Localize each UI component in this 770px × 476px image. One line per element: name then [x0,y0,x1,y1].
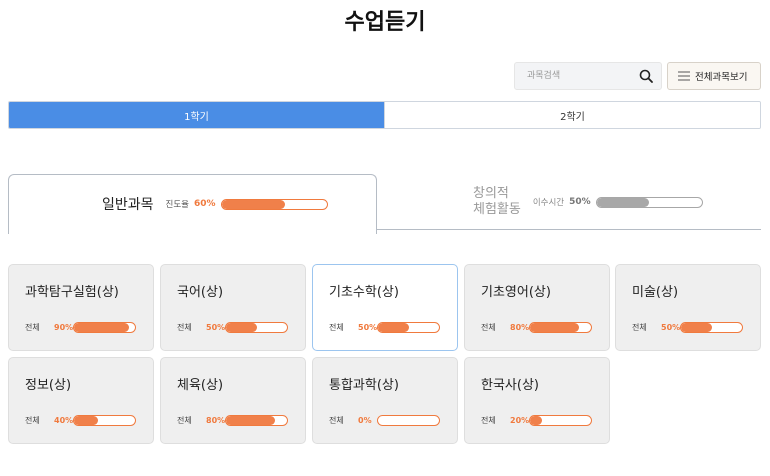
course-card[interactable]: 한국사(상) 전체 20% [464,357,610,444]
course-progress-fill [74,416,99,425]
course-all-label: 전체 [25,416,40,425]
course-card[interactable]: 통합과학(상) 전체 0% [312,357,458,444]
course-progress-fill [74,323,129,332]
course-progress-bar [377,415,440,426]
course-percent: 80% [206,416,226,425]
course-title: 미술(상) [632,285,679,300]
course-all-label: 전체 [177,323,192,332]
course-percent: 50% [661,323,681,332]
course-title: 정보(상) [25,378,72,393]
creative-activities-label: 창의적 체험활동 [473,186,521,218]
course-progress-bar [680,322,743,333]
general-progress-percent: 60% [194,199,216,209]
course-percent: 80% [510,323,530,332]
semester-tabs: 1학기 2학기 [8,101,761,129]
course-title: 국어(상) [177,285,224,300]
general-progress-fill [221,199,285,209]
course-title: 한국사(상) [481,378,539,393]
course-percent: 20% [510,416,530,425]
search-icon[interactable] [639,69,653,83]
course-progress-bar [529,415,592,426]
course-progress: 전체 40% [25,415,136,426]
course-title: 기초영어(상) [481,285,551,300]
course-progress: 전체 80% [481,322,592,333]
tab-divider [376,229,761,230]
course-progress: 전체 50% [329,322,440,333]
course-progress-bar [529,322,592,333]
course-progress-bar [73,415,136,426]
course-title: 체육(상) [177,378,224,393]
course-card[interactable]: 기초수학(상) 전체 50% [312,264,458,351]
course-all-label: 전체 [177,416,192,425]
course-progress-fill [226,416,275,425]
tab-creative-activities[interactable]: 창의적 체험활동 이수시간 50% [473,186,703,218]
course-all-label: 전체 [25,323,40,332]
page-title: 수업듣기 [344,10,426,35]
course-card[interactable]: 미술(상) 전체 50% [615,264,761,351]
course-progress: 전체 90% [25,322,136,333]
creative-progress-bar [595,196,703,208]
tab-semester-1[interactable]: 1학기 [9,102,384,128]
course-all-label: 전체 [329,416,344,425]
course-progress-bar [225,415,288,426]
all-courses-button[interactable]: 전체과목보기 [667,62,761,90]
course-progress-fill [378,323,409,332]
course-progress: 전체 50% [177,322,288,333]
course-progress-fill [530,323,579,332]
course-percent: 50% [206,323,226,332]
course-progress: 전체 20% [481,415,592,426]
course-title: 기초수학(상) [329,285,399,300]
all-courses-label: 전체과목보기 [695,72,748,83]
progress-rate-label: 진도율 [165,200,189,210]
course-all-label: 전체 [481,416,496,425]
course-card[interactable]: 과학탐구실험(상) 전체 90% [8,264,154,351]
course-progress: 전체 50% [632,322,743,333]
general-progress-bar [220,198,328,210]
course-progress: 전체 0% [329,415,440,426]
course-all-label: 전체 [329,323,344,332]
creative-label-line1: 창의적 [473,186,509,201]
general-subjects-label: 일반과목 [102,197,154,213]
menu-icon [678,71,690,81]
course-progress-fill [681,323,712,332]
course-card[interactable]: 정보(상) 전체 40% [8,357,154,444]
completion-hours-label: 이수시간 [532,198,565,208]
creative-progress-percent: 50% [569,197,591,207]
course-card[interactable]: 국어(상) 전체 50% [160,264,306,351]
creative-progress-fill [596,197,650,207]
tab-semester-2[interactable]: 2학기 [384,102,760,128]
course-progress: 전체 80% [177,415,288,426]
course-all-label: 전체 [632,323,647,332]
search-input[interactable] [515,63,633,89]
course-percent: 0% [358,416,372,425]
course-progress-bar [73,322,136,333]
general-subjects-header: 일반과목 진도율 60% [102,194,328,214]
course-all-label: 전체 [481,323,496,332]
course-card[interactable]: 체육(상) 전체 80% [160,357,306,444]
course-progress-bar [377,322,440,333]
course-percent: 50% [358,323,378,332]
course-progress-fill [226,323,257,332]
course-card[interactable]: 기초영어(상) 전체 80% [464,264,610,351]
course-title: 과학탐구실험(상) [25,285,119,300]
course-percent: 90% [54,323,74,332]
creative-label-line2: 체험활동 [473,202,521,217]
course-progress-fill [530,416,543,425]
search-box[interactable] [514,62,662,90]
course-progress-bar [225,322,288,333]
course-percent: 40% [54,416,74,425]
course-title: 통합과학(상) [329,378,399,393]
